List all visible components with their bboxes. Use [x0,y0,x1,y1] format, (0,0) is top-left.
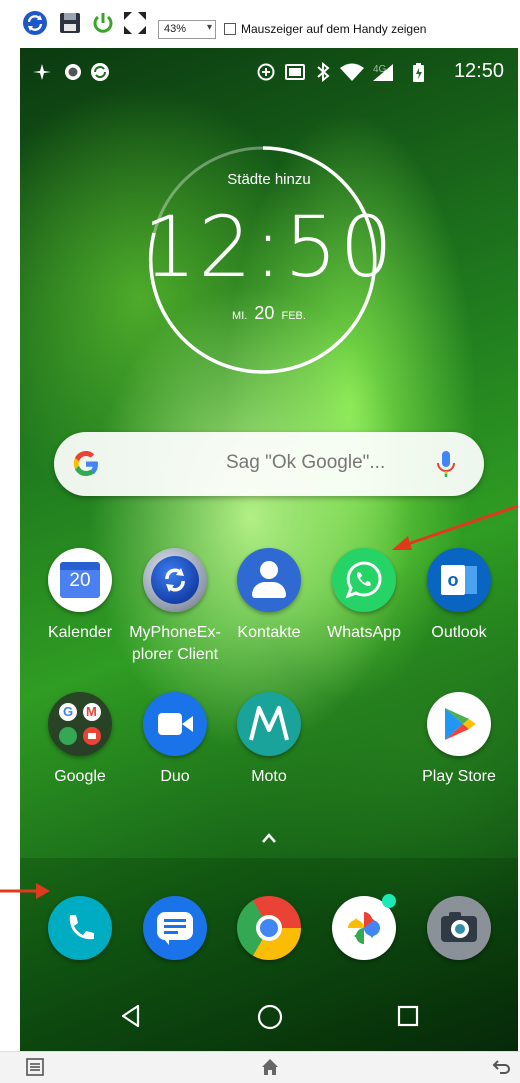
whatsapp-icon [332,548,396,612]
chevron-up-icon[interactable] [261,832,277,844]
dock-photos[interactable] [314,894,414,960]
camera-icon [427,896,491,960]
messages-icon [143,896,207,960]
cast-icon [285,64,305,80]
moto-icon [237,692,301,756]
chevron-down-icon: ▾ [206,22,212,33]
record-icon [65,64,81,80]
bottom-toolbar [0,1051,520,1083]
status-time: 12:50 [453,60,504,82]
app-label: WhatsApp [327,624,401,641]
dock-chrome[interactable] [219,896,319,960]
navigation-bar [20,988,518,1048]
recents-icon[interactable] [397,1005,419,1027]
pinwheel-icon [33,64,51,80]
fullscreen-icon[interactable] [122,10,148,36]
clock-day: 20 [254,303,275,323]
clock-weekday: MI. [232,310,248,322]
app-kontakte[interactable]: Kontakte [219,548,319,644]
google-search-bar[interactable]: Sag "Ok Google"... [54,432,484,496]
app-label: MyPhoneEx- plorer Client [129,624,221,663]
contacts-icon [237,548,301,612]
app-outlook[interactable]: o Outlook [409,548,509,644]
back-arrow-icon[interactable] [492,1058,512,1076]
calendar-day: 20 [69,570,91,591]
search-placeholder: Sag "Ok Google"... [226,452,386,473]
clock-time[interactable]: 12:50 [40,198,498,296]
app-play-store[interactable]: Play Store [409,692,509,788]
refresh-icon[interactable] [22,10,48,36]
wifi-icon [340,63,364,81]
sync-status-icon [91,63,109,81]
system-status-icons: 4G [257,61,424,83]
home-button-icon[interactable] [260,1057,280,1077]
notification-dot [382,894,396,908]
clock-month: FEB. [281,310,306,322]
bluetooth-icon [317,61,330,83]
annotation-arrow-phone [0,883,50,899]
chrome-icon [237,896,301,960]
zoom-select[interactable]: 43% ▾ [158,20,216,39]
app-moto[interactable]: Moto [219,692,319,788]
back-icon[interactable] [120,1004,142,1028]
save-icon[interactable] [57,10,83,36]
outlook-icon: o [427,548,491,612]
sync-icon [143,548,207,612]
annotation-arrow-whatsapp [392,504,519,550]
calendar-icon: 20 [48,548,112,612]
video-icon [143,692,207,756]
home-icon[interactable] [257,1004,283,1030]
add-cities-link[interactable]: Städte hinzu [40,171,498,188]
show-pointer-checkbox[interactable] [224,23,236,35]
zoom-value: 43% [164,23,187,35]
dock-phone[interactable] [30,896,130,960]
google-g-icon [73,451,98,476]
data-saver-icon [257,63,275,81]
app-label: Outlook [431,624,487,641]
app-folder-google[interactable]: G M Google [30,692,130,788]
app-label: Google [54,768,106,785]
notification-icons [33,63,109,81]
battery-icon [413,63,424,82]
clock-date: MI. 20 FEB. [40,303,498,324]
app-label: Moto [251,768,287,785]
phone-icon [48,896,112,960]
playstore-icon [427,692,491,756]
dock-camera[interactable] [409,896,509,960]
app-label: Duo [160,768,190,785]
show-pointer-label: Mauszeiger auf dem Handy zeigen [241,22,427,36]
status-bar: 4G 12:50 [20,48,518,94]
app-label: Kalender [47,624,113,641]
photos-icon [332,894,396,960]
app-label: Play Store [422,768,496,785]
microphone-icon[interactable] [436,450,456,480]
app-whatsapp[interactable]: WhatsApp [314,548,414,644]
app-myphoneexplorer[interactable]: MyPhoneEx- plorer Client [125,548,225,666]
app-duo[interactable]: Duo [125,692,225,788]
app-label: Kontakte [237,624,301,641]
dock-messages[interactable] [125,896,225,960]
google-folder-icon: G M [48,692,112,756]
app-kalender[interactable]: 20 Kalender [30,548,130,644]
app-toolbar: 43% ▾ Mauszeiger auf dem Handy zeigen [0,0,520,48]
power-icon[interactable] [90,10,116,36]
menu-icon[interactable] [26,1058,44,1076]
